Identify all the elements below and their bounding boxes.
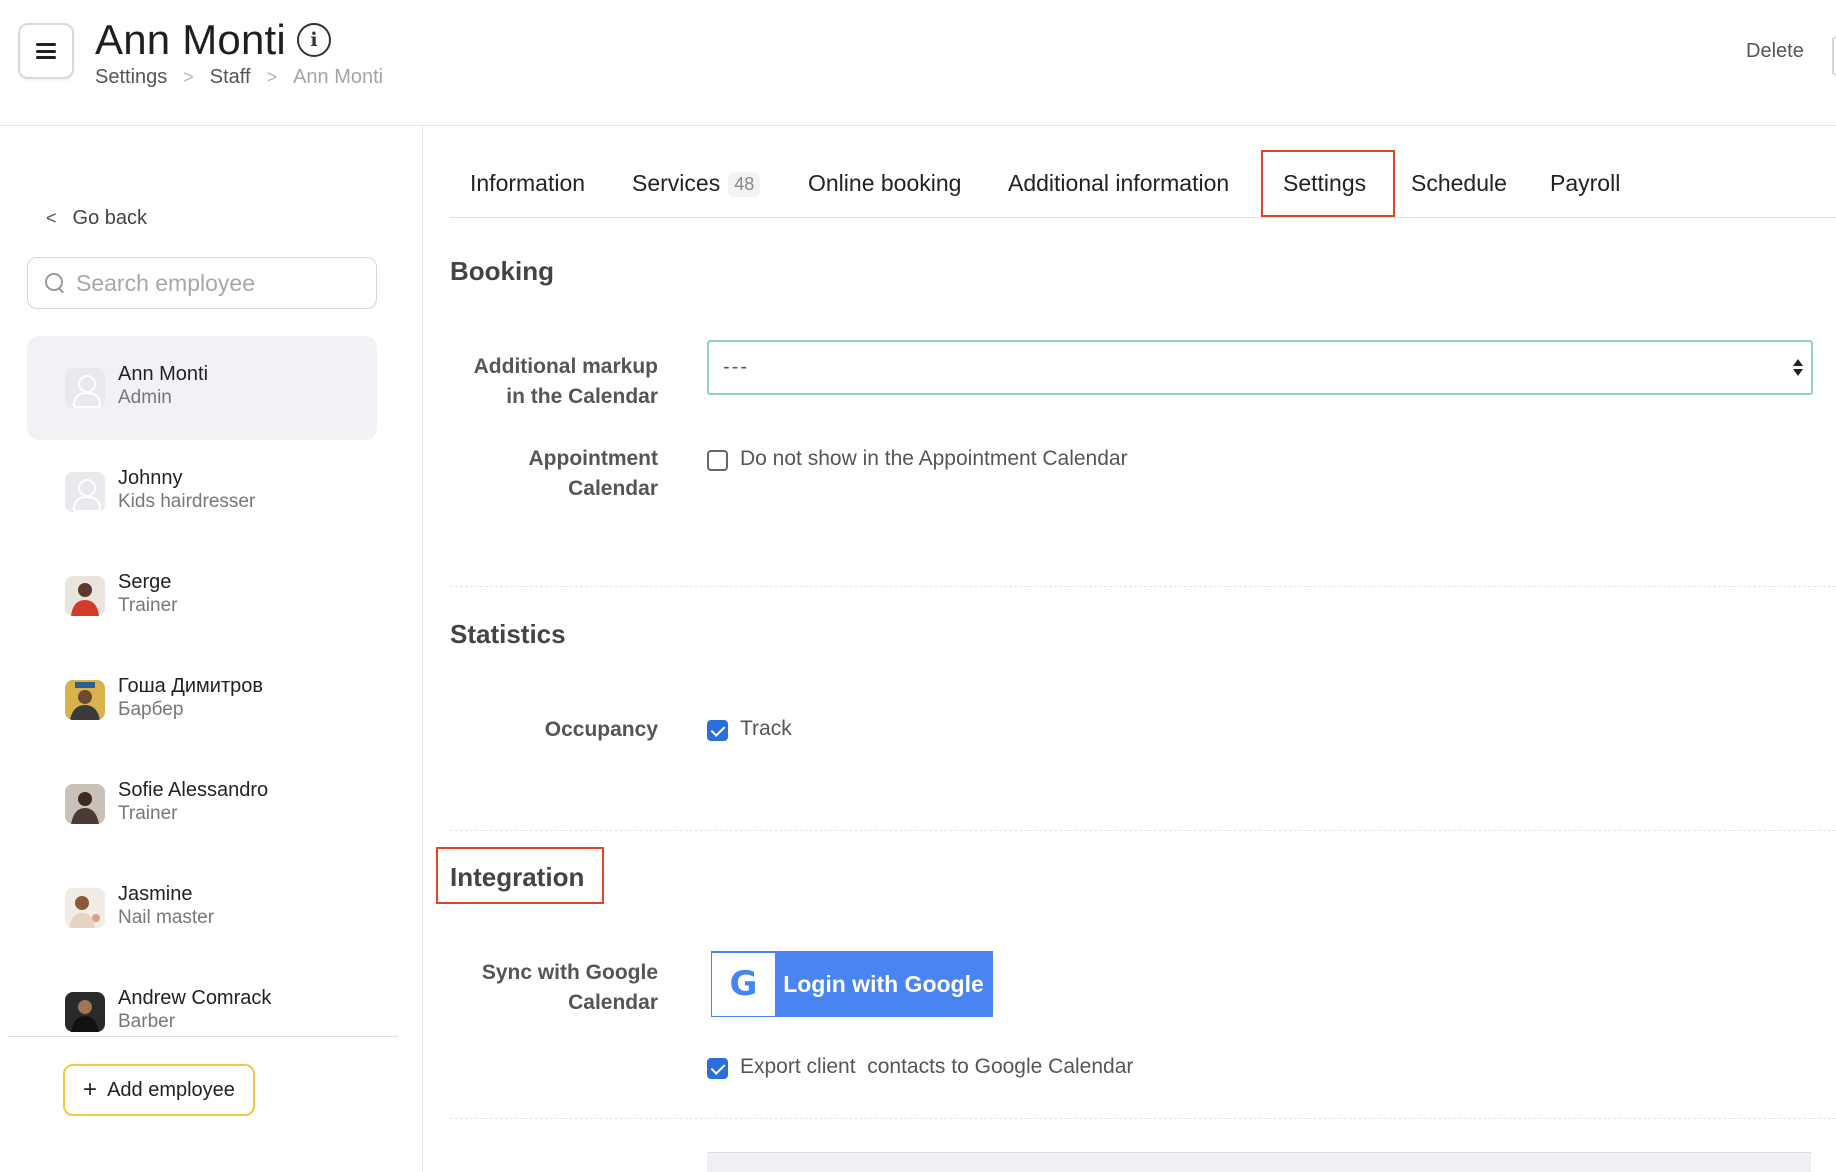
search-employee-field[interactable] xyxy=(27,257,377,309)
sync-google-label: Sync with Google Calendar xyxy=(428,958,658,1018)
google-icon: G xyxy=(712,952,775,1016)
chevron-left-icon: < xyxy=(46,208,57,228)
label-line: Calendar xyxy=(568,477,658,500)
tab-payroll[interactable]: Payroll xyxy=(1550,170,1620,197)
tab-label: Services xyxy=(632,170,721,196)
employee-name: Andrew Comrack xyxy=(118,987,272,1009)
employee-item-ann-monti[interactable]: Ann Monti Admin xyxy=(27,336,377,440)
tab-additional-information[interactable]: Additional information xyxy=(1008,170,1229,197)
plus-icon: + xyxy=(83,1076,98,1103)
avatar-placeholder-icon xyxy=(65,368,105,408)
booking-section-title: Booking xyxy=(450,256,554,286)
avatar xyxy=(65,888,105,928)
search-input[interactable] xyxy=(76,269,356,297)
track-occupancy-checkbox[interactable] xyxy=(707,720,728,741)
statistics-section-title: Statistics xyxy=(450,619,566,649)
section-divider xyxy=(450,586,1836,587)
search-icon xyxy=(44,272,66,294)
hide-from-calendar-label[interactable]: Do not show in the Appointment Calendar xyxy=(740,447,1128,471)
occupancy-label: Occupancy xyxy=(544,718,658,741)
select-arrows-icon xyxy=(1793,359,1803,377)
label-line: Additional markup xyxy=(473,355,658,378)
label-line: in the Calendar xyxy=(506,385,658,408)
employee-name: Ann Monti xyxy=(118,363,209,385)
employee-role: Nail master xyxy=(118,907,215,928)
breadcrumb-settings[interactable]: Settings xyxy=(95,66,167,89)
avatar xyxy=(65,784,105,824)
breadcrumb-separator-icon: > xyxy=(266,67,278,87)
delete-button[interactable]: Delete xyxy=(1746,40,1804,63)
settings-tab-highlight xyxy=(1261,150,1395,217)
employee-name: Sofie Alessandro xyxy=(118,779,269,801)
integration-section-title: Integration xyxy=(450,862,585,892)
menu-button[interactable] xyxy=(18,23,74,79)
track-label[interactable]: Track xyxy=(740,717,792,741)
employee-role: Barber xyxy=(118,1011,176,1032)
employee-name: Johnny xyxy=(118,467,183,489)
section-divider xyxy=(450,830,1836,831)
employee-item-gosha[interactable]: Гоша Димитров Барбер xyxy=(27,648,377,752)
export-contacts-checkbox[interactable] xyxy=(707,1058,728,1079)
breadcrumb-separator-icon: > xyxy=(183,67,194,87)
avatar xyxy=(65,576,105,616)
export-contacts-label[interactable]: Export client contacts to Google Calenda… xyxy=(740,1055,1133,1079)
breadcrumb: Settings > Staff > Ann Monti xyxy=(95,66,383,89)
breadcrumb-current: Ann Monti xyxy=(293,66,384,88)
employee-role: Trainer xyxy=(118,595,178,616)
google-letter: G xyxy=(729,964,758,1004)
login-with-google-label: Login with Google xyxy=(783,970,984,997)
select-value: --- xyxy=(723,356,749,378)
header-action-button-edge[interactable] xyxy=(1832,36,1836,76)
employee-item-sofie[interactable]: Sofie Alessandro Trainer xyxy=(27,752,377,856)
employee-sidebar: < Go back Ann Monti Admin Johnny Kids ha… xyxy=(0,126,423,1172)
employee-item-johnny[interactable]: Johnny Kids hairdresser xyxy=(27,440,377,544)
employee-item-andrew[interactable]: Andrew Comrack Barber xyxy=(27,960,377,1064)
add-employee-label: Add employee xyxy=(107,1078,235,1101)
employee-role: Admin xyxy=(118,387,172,408)
go-back-label: Go back xyxy=(72,207,147,229)
menu-icon xyxy=(36,43,56,59)
go-back-link[interactable]: < Go back xyxy=(46,207,147,230)
tab-label: Payroll xyxy=(1550,170,1621,196)
tab-services[interactable]: Services 48 xyxy=(632,170,761,198)
section-divider xyxy=(450,1118,1836,1119)
page-header: Ann Monti i Settings > Staff > Ann Monti… xyxy=(0,0,1836,126)
sidebar-divider xyxy=(8,1036,398,1037)
employee-item-jasmine[interactable]: Jasmine Nail master xyxy=(27,856,377,960)
avatar-placeholder-icon xyxy=(65,472,105,512)
employee-role: Барбер xyxy=(118,699,184,720)
additional-markup-select[interactable]: --- xyxy=(707,340,1813,395)
add-employee-button[interactable]: + Add employee xyxy=(63,1064,255,1116)
tab-information[interactable]: Information xyxy=(470,170,585,197)
employee-name: Jasmine xyxy=(118,883,193,905)
employee-role: Kids hairdresser xyxy=(118,491,256,512)
tab-schedule[interactable]: Schedule xyxy=(1411,170,1507,197)
tab-bar: Information Services 48 Online booking Ad… xyxy=(450,148,1836,218)
employee-name: Гоша Димитров xyxy=(118,675,264,697)
employee-name: Serge xyxy=(118,571,172,593)
login-with-google-button[interactable]: G Login with Google xyxy=(711,951,993,1017)
next-section-bar xyxy=(707,1152,1811,1172)
employee-role: Trainer xyxy=(118,803,178,824)
label-line: Appointment xyxy=(528,447,658,470)
employee-list: Ann Monti Admin Johnny Kids hairdresser … xyxy=(27,336,377,1064)
breadcrumb-staff[interactable]: Staff xyxy=(210,66,251,89)
label-line: Calendar xyxy=(568,991,658,1014)
tab-label: Online booking xyxy=(808,170,962,196)
tab-online-booking[interactable]: Online booking xyxy=(808,170,961,197)
info-icon[interactable]: i xyxy=(297,23,331,57)
avatar xyxy=(65,680,105,720)
employee-item-serge[interactable]: Serge Trainer xyxy=(27,544,377,648)
tab-label: Information xyxy=(470,170,586,196)
appointment-calendar-label: Appointment Calendar xyxy=(428,444,658,504)
additional-markup-label: Additional markup in the Calendar xyxy=(428,352,658,412)
avatar xyxy=(65,992,105,1032)
page-title: Ann Monti xyxy=(95,16,286,63)
tab-label: Additional information xyxy=(1008,170,1230,196)
tab-label: Schedule xyxy=(1411,170,1507,196)
hide-from-calendar-checkbox[interactable] xyxy=(707,450,728,471)
services-count-badge: 48 xyxy=(728,172,761,198)
label-line: Sync with Google xyxy=(481,961,658,984)
